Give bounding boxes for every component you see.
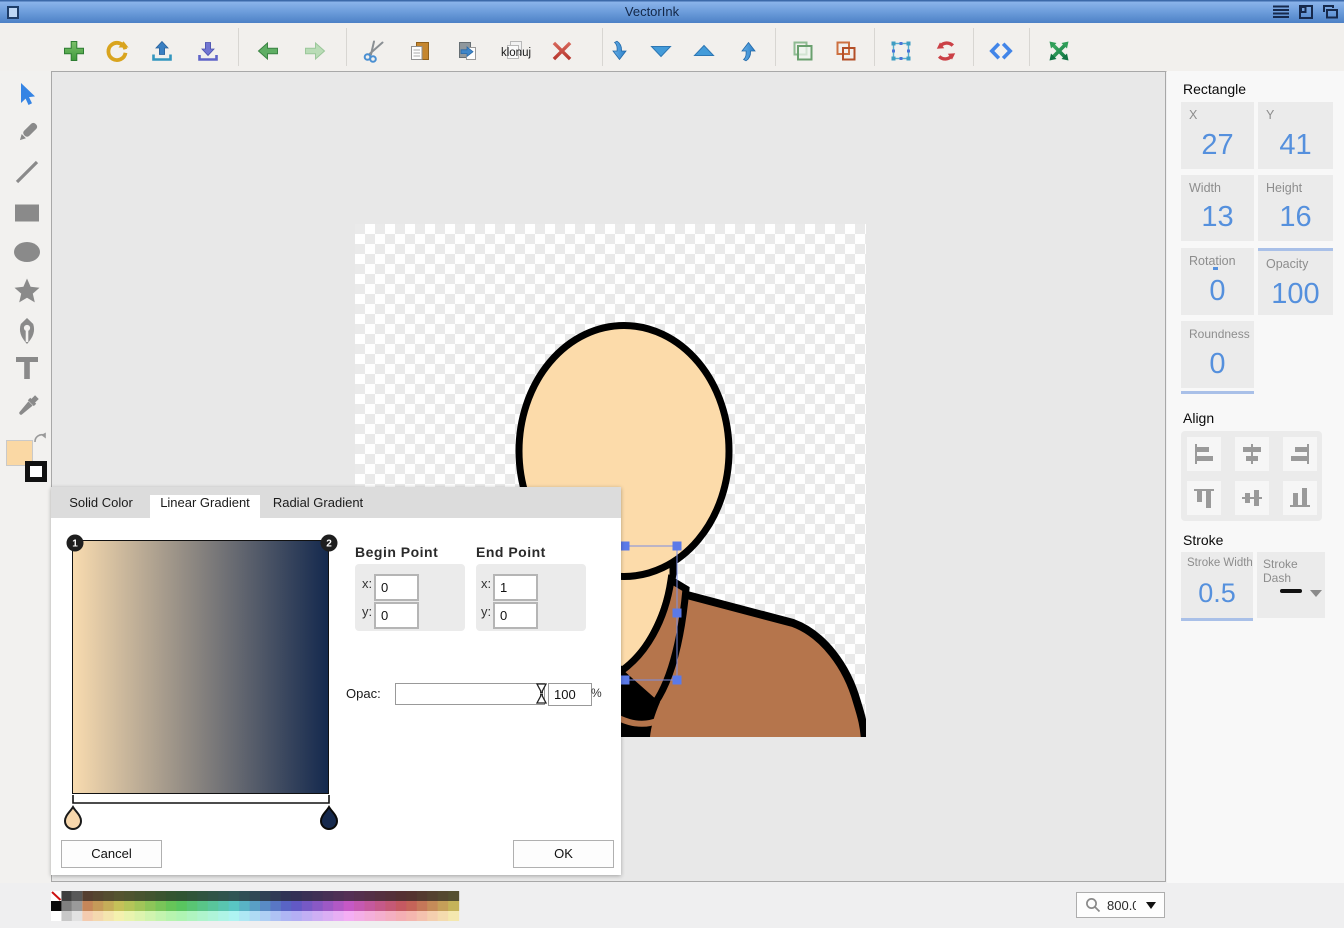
svg-text:1: 1 — [72, 539, 78, 550]
svg-text:2: 2 — [326, 539, 332, 550]
